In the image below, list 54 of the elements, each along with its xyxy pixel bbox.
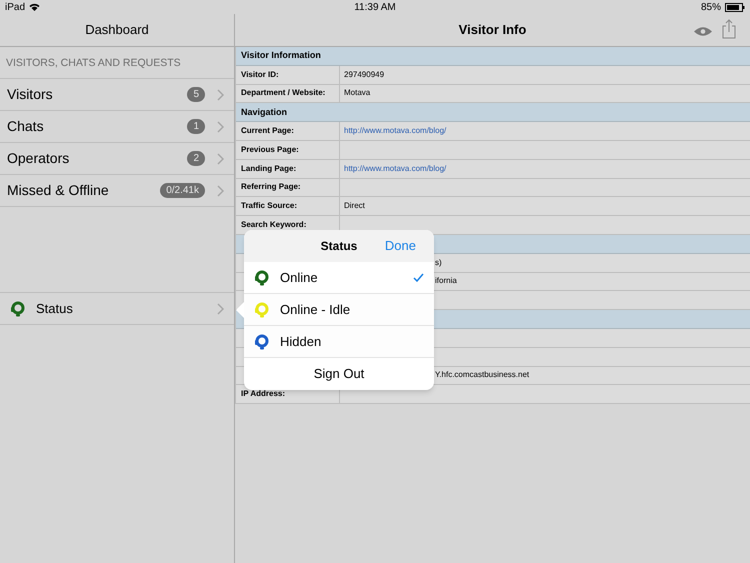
status-item[interactable]: Status	[0, 293, 234, 325]
field-label: Referring Page:	[241, 181, 301, 194]
field-label: Current Page:	[241, 125, 294, 138]
count-badge: 0/2.41k	[160, 183, 205, 198]
headset-icon	[254, 334, 270, 350]
field-value: ifornia	[435, 275, 457, 288]
headset-icon	[10, 300, 26, 316]
detail-title: Visitor Info	[458, 21, 526, 40]
checkmark-icon	[413, 273, 424, 282]
wifi-icon	[29, 3, 40, 11]
sidebar-item[interactable]: Missed & Offline 0/2.41k	[0, 175, 234, 207]
field-label: Department / Website:	[241, 87, 326, 100]
sidebar-item[interactable]: Visitors 5	[0, 79, 234, 111]
clock: 11:39 AM	[354, 0, 396, 14]
field-label: Visitor ID:	[241, 68, 279, 81]
field-value: Direct	[344, 200, 365, 212]
chevron-icon	[217, 120, 224, 132]
field-value: s)	[435, 256, 442, 269]
table-section-header: Visitor Information	[241, 49, 321, 62]
field-label: Traffic Source:	[241, 200, 298, 212]
field-value: 297490949	[344, 68, 384, 81]
field-value: Y.hfc.comcastbusiness.net	[435, 369, 530, 382]
popover-title: Status	[320, 238, 358, 255]
url-link[interactable]: http://www.motava.com/blog/	[344, 125, 446, 138]
chevron-icon	[217, 88, 224, 100]
chevron-icon	[217, 152, 224, 164]
table-section-header: Navigation	[241, 106, 288, 119]
status-option[interactable]: Hidden	[244, 326, 434, 358]
battery-percent: 85%	[700, 0, 721, 14]
sign-out-button[interactable]: Sign Out	[244, 358, 434, 390]
field-value: Motava	[344, 87, 370, 100]
popover-arrow-icon	[236, 302, 244, 318]
chevron-icon	[217, 184, 224, 196]
field-label: IP Address:	[241, 388, 286, 400]
share-icon[interactable]	[722, 19, 736, 39]
sidebar-title: Dashboard	[85, 21, 149, 40]
status-option[interactable]: Online	[244, 262, 434, 294]
status-option[interactable]: Online - Idle	[244, 294, 434, 326]
headset-icon	[254, 302, 270, 318]
sidebar-item[interactable]: Chats 1	[0, 111, 234, 143]
device-name: iPad	[5, 0, 26, 14]
section-header: VISITORS, CHATS AND REQUESTS	[6, 56, 181, 72]
url-link[interactable]: http://www.motava.com/blog/	[344, 162, 446, 175]
eye-icon[interactable]	[694, 26, 712, 37]
count-badge: 1	[187, 119, 205, 134]
field-label: Previous Page:	[241, 144, 299, 156]
headset-icon	[254, 270, 270, 286]
field-label: Landing Page:	[241, 162, 296, 175]
count-badge: 2	[187, 151, 205, 166]
sidebar-item[interactable]: Operators 2	[0, 143, 234, 175]
field-label: Search Keyword:	[241, 219, 306, 232]
battery-icon	[724, 2, 745, 12]
chevron-icon	[217, 302, 224, 314]
count-badge: 5	[187, 87, 205, 102]
